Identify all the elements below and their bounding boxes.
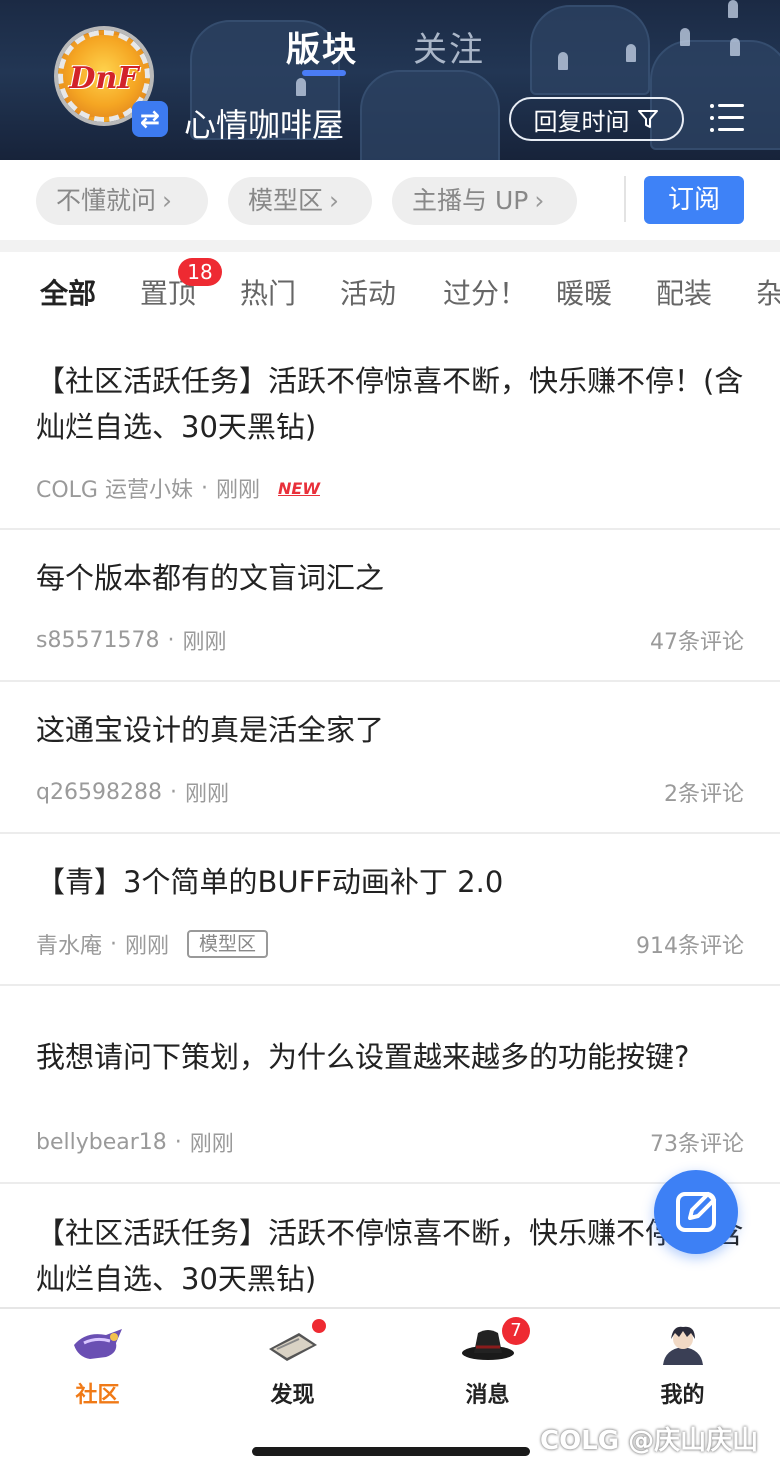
subforum-bar: 不懂就问 › 模型区 › 主播与 UP › 订阅: [0, 160, 780, 240]
compose-post-button[interactable]: [654, 1170, 738, 1254]
subscribe-button[interactable]: 订阅: [644, 176, 744, 224]
active-tab-indicator: [302, 70, 346, 76]
pinned-count-badge: 18: [178, 258, 222, 286]
post-item[interactable]: 这通宝设计的真是活全家了 q26598288 · 刚刚 2条评论: [0, 682, 780, 834]
chevron-right-icon: ›: [329, 186, 340, 215]
nav-label: 我的: [660, 1383, 705, 1408]
nav-profile[interactable]: 我的: [585, 1309, 780, 1419]
edit-icon: [676, 1192, 716, 1232]
chip-label: 模型区: [248, 186, 324, 215]
section-gap: [0, 240, 780, 252]
meta-separator: ·: [110, 931, 118, 957]
comment-count: 47条评论: [650, 630, 744, 655]
post-author: s85571578: [36, 627, 160, 653]
tab-following[interactable]: 关注: [413, 22, 485, 71]
post-time: 刚刚: [182, 630, 227, 655]
meta-separator: ·: [169, 779, 177, 805]
comment-count: 73条评论: [650, 1132, 744, 1157]
community-icon: [74, 1329, 122, 1359]
profile-avatar-icon: [663, 1326, 703, 1365]
category-tab-builds[interactable]: 配装: [656, 272, 712, 312]
post-item[interactable]: 【青】3个简单的BUFF动画补丁 2.0 青水庵 · 刚刚 模型区 914条评论: [0, 834, 780, 986]
post-author: bellybear18: [36, 1129, 167, 1155]
post-meta: q26598288 · 刚刚: [36, 776, 229, 808]
header-background-window: [730, 38, 740, 56]
header-background-window: [680, 28, 690, 46]
nav-community[interactable]: 社区: [0, 1309, 195, 1419]
unread-count-badge: 7: [502, 1317, 530, 1345]
post-title: 我想请问下策划，为什么设置越来越多的功能按键?: [36, 1040, 690, 1074]
list-menu-icon[interactable]: [710, 101, 746, 135]
header-background-window: [296, 78, 306, 96]
chip-scroll-fade: [576, 177, 624, 225]
post-author: 青水庵: [36, 934, 103, 959]
nav-label: 发现: [270, 1383, 315, 1408]
category-tab-hot[interactable]: 热门: [240, 272, 296, 312]
subforum-chip-model[interactable]: 模型区 ›: [228, 177, 372, 225]
header-background-window: [558, 52, 568, 70]
notification-dot: [312, 1319, 326, 1333]
header-background-window: [728, 0, 738, 18]
nav-messages[interactable]: 7 消息: [390, 1309, 585, 1419]
meta-separator: ·: [200, 475, 208, 501]
nav-label: 社区: [75, 1383, 120, 1408]
post-meta: bellybear18 · 刚刚: [36, 1126, 234, 1158]
post-title: 这通宝设计的真是活全家了: [36, 713, 385, 747]
post-time: 刚刚: [184, 782, 229, 807]
post-title: 【社区活跃任务】活跃不停惊喜不断，快乐赚不停！(含灿烂自选、30天黑钻): [36, 364, 744, 444]
post-title: 【青】3个简单的BUFF动画补丁 2.0: [36, 865, 504, 899]
logo-text: DnF: [69, 61, 139, 96]
watermark: COLG @庆山庆山: [540, 1426, 759, 1456]
comment-count: 2条评论: [664, 782, 744, 807]
post-item[interactable]: 每个版本都有的文盲词汇之 s85571578 · 刚刚 47条评论: [0, 530, 780, 682]
chip-label: 主播与 UP: [412, 186, 529, 215]
meta-separator: ·: [167, 627, 175, 653]
category-tabs: 全部 置顶 热门 活动 过分！ 暖暖 配装 杂: [0, 252, 780, 332]
category-tab-misc[interactable]: 杂: [756, 272, 780, 312]
category-tab-events[interactable]: 活动: [340, 272, 396, 312]
meta-separator: ·: [174, 1129, 182, 1155]
tab-forums[interactable]: 版块: [286, 22, 358, 71]
post-title: 【社区活跃任务】活跃不停惊喜不断，快乐赚不停！(含灿烂自选、30天黑钻): [36, 1216, 744, 1296]
new-badge: NEW: [278, 478, 320, 498]
nav-discover[interactable]: 发现: [195, 1309, 390, 1419]
post-time: 刚刚: [189, 1132, 234, 1157]
subforum-chip-ask[interactable]: 不懂就问 ›: [36, 177, 208, 225]
post-meta: COLG 运营小妹 · 刚刚 NEW: [36, 472, 320, 504]
post-meta: s85571578 · 刚刚: [36, 624, 226, 656]
home-indicator[interactable]: [252, 1447, 530, 1456]
divider: [624, 176, 626, 222]
subforum-tag[interactable]: 模型区: [187, 930, 269, 958]
chevron-right-icon: ›: [162, 186, 173, 215]
sort-label: 回复时间: [533, 107, 630, 136]
category-tab-all[interactable]: 全部: [40, 272, 96, 312]
chip-label: 不懂就问: [56, 186, 157, 215]
header-background-window: [626, 44, 636, 62]
post-time: 刚刚: [215, 478, 260, 503]
category-tab-excessive[interactable]: 过分！: [443, 272, 527, 312]
post-item[interactable]: 【社区活跃任务】活跃不停惊喜不断，快乐赚不停！(含灿烂自选、30天黑钻) COL…: [0, 332, 780, 530]
forum-name[interactable]: 心情咖啡屋: [184, 100, 344, 146]
header-background-house: [360, 70, 500, 160]
post-author: COLG 运营小妹: [36, 478, 193, 503]
post-title: 每个版本都有的文盲词汇之: [36, 561, 385, 595]
comment-count: 914条评论: [636, 934, 744, 959]
nav-label: 消息: [465, 1383, 510, 1408]
post-time: 刚刚: [125, 934, 170, 959]
filter-icon: [637, 110, 658, 128]
post-author: q26598288: [36, 779, 162, 805]
forum-header: DnF 版块 关注 ⇄ 心情咖啡屋 回复时间: [0, 0, 780, 160]
category-tab-warm[interactable]: 暖暖: [556, 272, 612, 312]
post-item[interactable]: 我想请问下策划，为什么设置越来越多的功能按键? bellybear18 · 刚刚…: [0, 986, 780, 1184]
sort-by-reply-time-button[interactable]: 回复时间: [509, 97, 684, 141]
subforum-chip-streamer[interactable]: 主播与 UP ›: [392, 177, 577, 225]
chevron-right-icon: ›: [534, 186, 545, 215]
switch-forum-icon[interactable]: ⇄: [132, 101, 168, 137]
post-meta: 青水庵 · 刚刚 模型区: [36, 928, 269, 960]
